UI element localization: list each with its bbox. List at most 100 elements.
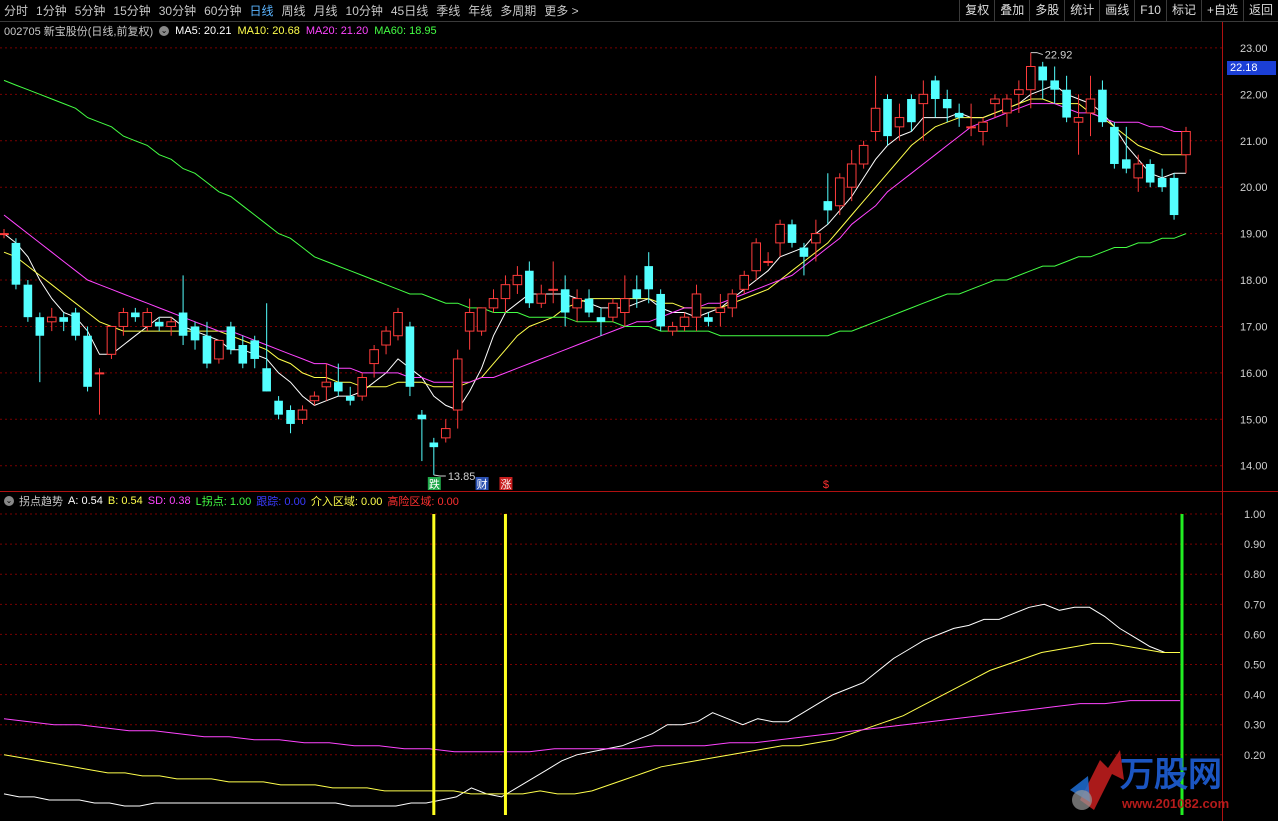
candle-body-down [1157, 177, 1167, 188]
toolbar-button[interactable]: +自选 [1200, 0, 1243, 21]
candle-body-up [811, 233, 821, 244]
period-tab[interactable]: 10分钟 [342, 2, 387, 19]
candle-body-down [883, 98, 892, 137]
risk-legend: 高险区域: 0.00 [387, 493, 459, 509]
indicator-axis-label: 0.40 [1244, 690, 1265, 702]
candle-body-up [667, 325, 678, 332]
candle-body-up [715, 307, 726, 314]
l-label: L拐点: [195, 496, 227, 508]
candle-body-up [369, 349, 379, 365]
toolbar-button[interactable]: 叠加 [994, 0, 1029, 21]
period-tab[interactable]: 周线 [277, 2, 309, 19]
candle-body-down [262, 368, 271, 392]
candle-body-down [1169, 177, 1179, 216]
ma10-line [3, 98, 1186, 388]
indicator-menu-icon[interactable]: ⌄ [4, 496, 14, 506]
candle-body-down [71, 312, 80, 336]
period-tab[interactable]: 30分钟 [155, 2, 200, 19]
candle-body-up [452, 358, 463, 411]
candle-body-down [190, 326, 200, 341]
candle-body-down [417, 414, 427, 420]
candle-body-down [632, 289, 642, 299]
candle-body-up [739, 274, 750, 290]
b-legend: B: 0.54 [108, 495, 143, 507]
toolbar-button[interactable]: 复权 [959, 0, 994, 21]
risk-value: 0.00 [437, 496, 459, 508]
ma5-label: MA5: [175, 25, 201, 37]
low-marker-label: 13.85 [448, 471, 476, 483]
price-axis-label: 14.00 [1240, 461, 1268, 473]
period-tab[interactable]: 日线 [245, 2, 277, 19]
sd-value: 0.38 [169, 495, 191, 507]
candle-body-down [644, 266, 654, 290]
entry-value: 0.00 [360, 496, 383, 508]
candle-body-up [297, 409, 308, 420]
period-tab[interactable]: 分时 [0, 2, 32, 19]
candle-body-up [393, 312, 403, 337]
period-tab[interactable]: 15分钟 [109, 2, 154, 19]
candle-body-up [1133, 163, 1144, 179]
candle-body-up [94, 372, 105, 375]
candle-body-down [596, 317, 606, 322]
candle-body-down [907, 98, 916, 123]
indicator-b-line [3, 642, 1180, 795]
indicator-axis-label: 0.70 [1244, 599, 1265, 611]
ma20-line [3, 103, 1186, 383]
toolbar-button[interactable]: F10 [1134, 0, 1166, 21]
b-value: 0.54 [121, 495, 143, 507]
ma5-legend: MA5: 20.21 [175, 25, 231, 37]
candle-body-down [35, 317, 45, 336]
toolbar-button[interactable]: 多股 [1029, 0, 1064, 21]
candle-body-up [476, 307, 487, 332]
candle-body-up [727, 293, 738, 309]
period-tab[interactable]: 年线 [464, 2, 496, 19]
watermark-logo: 万股网 www.201082.com [1060, 740, 1260, 815]
period-tab[interactable]: 5分钟 [71, 2, 110, 19]
indicator-sd-line [3, 700, 1180, 753]
candle-body-up [1014, 89, 1024, 95]
period-tab[interactable]: 60分钟 [200, 2, 245, 19]
candle-body-up [0, 233, 9, 236]
candle-body-down [202, 335, 212, 364]
period-tab[interactable]: 1分钟 [32, 2, 71, 19]
candle-body-up [1073, 117, 1084, 123]
toolbar-button[interactable]: 标记 [1165, 0, 1201, 21]
candle-body-up [858, 144, 869, 165]
candle-body-down [429, 442, 439, 448]
ma5-value: 20.21 [203, 25, 232, 37]
event-tag-label: 跌 [429, 477, 440, 491]
period-tab[interactable]: 45日线 [387, 2, 432, 19]
toolbar-button[interactable]: 统计 [1064, 0, 1099, 21]
indicator-name: 拐点趋势 [19, 496, 63, 508]
candle-body-up [608, 302, 618, 318]
candle-body-down [525, 270, 534, 304]
ma10-value: 20.68 [272, 25, 300, 37]
ma60-legend: MA60: 18.95 [374, 25, 436, 37]
period-tab[interactable]: 季线 [432, 2, 464, 19]
toolbar-button[interactable]: 返回 [1242, 0, 1278, 21]
collapse-toggle-icon[interactable]: ⌄ [159, 26, 170, 36]
candle-body-up [548, 288, 559, 291]
indicator-axis-label: 0.80 [1244, 569, 1265, 581]
candle-body-up [214, 339, 224, 360]
candle-body-up [763, 260, 773, 263]
candle-body-up [990, 98, 1000, 105]
period-tab[interactable]: 更多 > [540, 2, 582, 19]
event-tag-box [475, 477, 489, 490]
period-tab[interactable]: 多周期 [496, 2, 540, 19]
ma20-label: MA20: [305, 25, 338, 37]
candle-body-up [894, 117, 905, 128]
event-tag-box [427, 477, 441, 490]
candle-body-up [464, 312, 475, 332]
candle-body-up [440, 428, 451, 439]
candle-body-up [1085, 98, 1096, 114]
ma60-line [3, 79, 1187, 337]
toolbar-button[interactable]: 画线 [1099, 0, 1134, 21]
kline-chart[interactable]: 23.00 22.00 21.00 20.00 19.00 18.00 17.00 16.00… [0, 0, 1278, 821]
candle-body-up [870, 107, 881, 132]
candle-body-up [679, 316, 690, 327]
candle-body-up [1025, 65, 1036, 91]
candle-body-up [691, 293, 702, 318]
period-tab[interactable]: 月线 [310, 2, 342, 19]
candle-body-down [1038, 66, 1048, 81]
